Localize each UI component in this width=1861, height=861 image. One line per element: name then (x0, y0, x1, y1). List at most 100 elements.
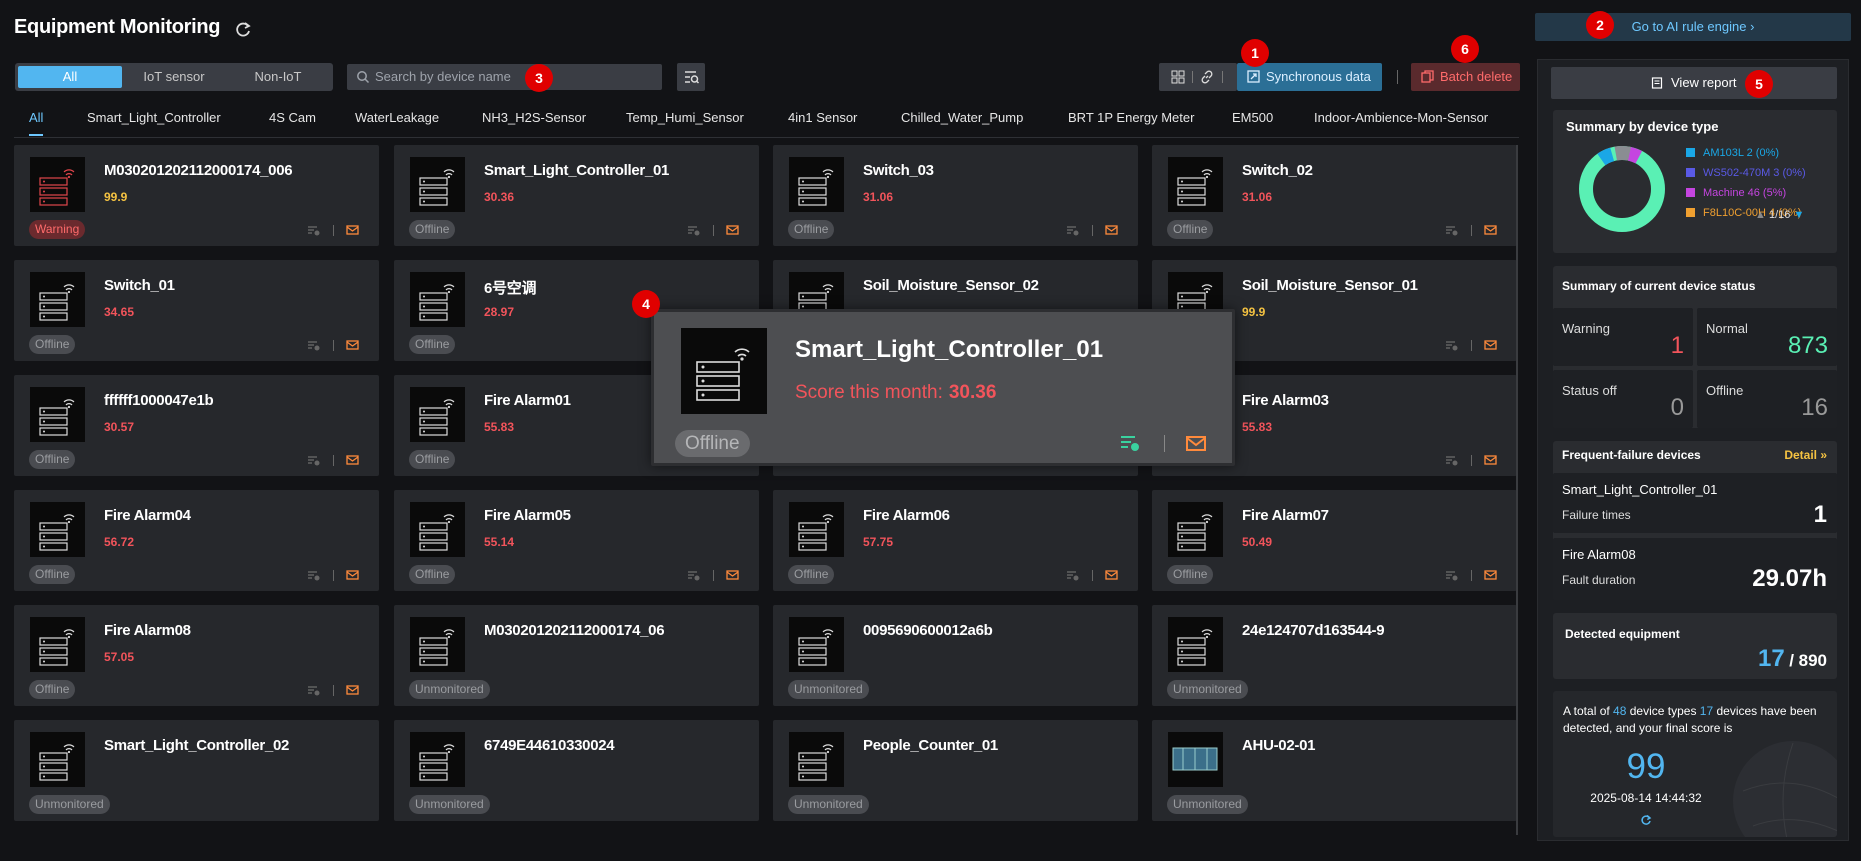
monitor-settings-icon[interactable] (307, 455, 321, 466)
monitor-settings-icon[interactable] (687, 225, 701, 236)
monitor-settings-icon[interactable] (1066, 570, 1080, 581)
device-card[interactable]: Fire Alarm07 50.49 Offline (1152, 490, 1517, 591)
status-badge: Unmonitored (409, 795, 490, 814)
monitor-settings-icon[interactable] (307, 570, 321, 581)
recalculate-icon[interactable] (1640, 814, 1652, 826)
monitor-settings-icon[interactable] (1119, 433, 1141, 453)
mail-icon[interactable] (346, 224, 359, 236)
monitor-settings-icon[interactable] (687, 570, 701, 581)
monitor-settings-icon[interactable] (1445, 340, 1459, 351)
normal-label: Normal (1706, 321, 1748, 336)
device-card[interactable]: ffffff1000047e1b 30.57 Offline (14, 375, 379, 476)
status-off-stat[interactable]: Status off 0 (1553, 370, 1693, 428)
device-card[interactable]: 6749E44610330024 Unmonitored (394, 720, 759, 821)
tab-4s-cam[interactable]: 4S Cam (269, 110, 316, 125)
device-card[interactable]: Switch_02 31.06 Offline (1152, 145, 1517, 246)
popup-device-name: Smart_Light_Controller_01 (795, 336, 1104, 363)
monitor-settings-icon[interactable] (1445, 225, 1459, 236)
failure-detail-link[interactable]: Detail » (1784, 448, 1827, 462)
device-card[interactable]: M030201202112000174_06 Unmonitored (394, 605, 759, 706)
tab-4in1-sensor[interactable]: 4in1 Sensor (788, 110, 857, 125)
grid-scrollbar[interactable] (1516, 145, 1518, 835)
device-card[interactable]: Fire Alarm05 55.14 Offline (394, 490, 759, 591)
device-card[interactable]: M030201202112000174_006 99.9 Warning (14, 145, 379, 246)
mail-icon[interactable] (1185, 433, 1207, 453)
legend-item[interactable]: Machine 46 (5%) (1686, 187, 1786, 199)
monitor-settings-icon[interactable] (1066, 225, 1080, 236)
mail-icon[interactable] (346, 569, 359, 581)
device-server-icon (419, 399, 455, 436)
device-card[interactable]: AHU-02-01 Unmonitored (1152, 720, 1517, 821)
mail-icon[interactable] (346, 454, 359, 466)
normal-count: 873 (1787, 332, 1828, 359)
mail-icon[interactable] (346, 339, 359, 351)
tab-smart-light-controller[interactable]: Smart_Light_Controller (87, 110, 221, 125)
pager-down-icon[interactable]: ▼ (1793, 209, 1804, 221)
pager-up-icon[interactable]: ▲ (1755, 209, 1766, 221)
tab-em500[interactable]: EM500 (1232, 110, 1273, 125)
search-input[interactable]: Search by device name (347, 64, 662, 90)
tab-all[interactable]: All (29, 110, 44, 136)
tab-chilled-water-pump[interactable]: Chilled_Water_Pump (901, 110, 1023, 125)
tab-brt-1p-energy-meter[interactable]: BRT 1P Energy Meter (1068, 110, 1194, 125)
view-report-button[interactable]: View report (1551, 67, 1837, 99)
batch-delete-button[interactable]: Batch delete (1411, 63, 1520, 91)
device-name: M030201202112000174_006 (104, 162, 293, 179)
device-card[interactable]: Switch_01 34.65 Offline (14, 260, 379, 361)
device-card[interactable]: People_Counter_01 Unmonitored (773, 720, 1138, 821)
device-card[interactable]: Smart_Light_Controller_01 30.36 Offline (394, 145, 759, 246)
monitor-settings-icon[interactable] (1445, 570, 1459, 581)
failure-metric-label: Failure times (1562, 508, 1631, 522)
monitor-settings-icon[interactable] (1445, 455, 1459, 466)
status-badge: Offline (409, 220, 456, 239)
tab-temp-humi-sensor[interactable]: Temp_Humi_Sensor (626, 110, 744, 125)
synchronous-data-button[interactable]: Synchronous data (1237, 63, 1382, 91)
mail-icon[interactable] (1484, 339, 1497, 351)
refresh-icon[interactable] (233, 20, 253, 40)
warning-stat[interactable]: Warning 1 (1553, 308, 1693, 366)
ai-rule-engine-link[interactable]: Go to AI rule engine › (1535, 13, 1851, 41)
device-type-donut (1579, 146, 1665, 232)
device-card[interactable]: Fire Alarm08 57.05 Offline (14, 605, 379, 706)
device-card[interactable]: Switch_03 31.06 Offline (773, 145, 1138, 246)
mail-icon[interactable] (726, 569, 739, 581)
mail-icon[interactable] (1484, 454, 1497, 466)
mail-icon[interactable] (1105, 224, 1118, 236)
mail-icon[interactable] (1484, 569, 1497, 581)
tab-waterleakage[interactable]: WaterLeakage (355, 110, 439, 125)
status-badge: Warning (29, 220, 86, 239)
link-icon[interactable] (1200, 70, 1214, 84)
monitor-settings-icon[interactable] (307, 685, 321, 696)
device-card[interactable]: Smart_Light_Controller_02 Unmonitored (14, 720, 379, 821)
legend-item[interactable]: WS502-470M 3 (0%) (1686, 167, 1806, 179)
device-thumbnail (1168, 502, 1223, 557)
segment-iot-sensor[interactable]: IoT sensor (122, 66, 226, 88)
failure-item-1[interactable]: Smart_Light_Controller_01 Failure times … (1553, 473, 1837, 533)
legend-label: AM103L 2 (0%) (1703, 147, 1780, 159)
mail-icon[interactable] (1105, 569, 1118, 581)
monitor-settings-icon[interactable] (307, 225, 321, 236)
grid-view-icon[interactable] (1171, 70, 1185, 84)
device-card[interactable]: 0095690600012a6b Unmonitored (773, 605, 1138, 706)
device-card[interactable]: 24e124707d163544-9 Unmonitored (1152, 605, 1517, 706)
legend-item[interactable]: AM103L 2 (0%) (1686, 147, 1779, 159)
device-card[interactable]: Fire Alarm06 57.75 Offline (773, 490, 1138, 591)
summary-by-type-panel: Summary by device type AM103L 2 (0%) WS50… (1553, 110, 1837, 253)
device-score: 30.57 (104, 420, 135, 434)
normal-stat[interactable]: Normal 873 (1697, 308, 1837, 366)
segment-all[interactable]: All (18, 66, 122, 88)
monitor-settings-icon[interactable] (307, 340, 321, 351)
ahu-unit-icon (1172, 747, 1218, 771)
mail-icon[interactable] (726, 224, 739, 236)
tab-indoor-ambience-mon-sensor[interactable]: Indoor-Ambience-Mon-Sensor (1314, 110, 1488, 125)
advanced-filter-button[interactable] (677, 63, 705, 91)
mail-icon[interactable] (1484, 224, 1497, 236)
device-server-icon (419, 629, 455, 666)
failure-item-2[interactable]: Fire Alarm08 Fault duration 29.07h (1553, 538, 1837, 600)
segment-non-iot[interactable]: Non-IoT (226, 66, 330, 88)
mail-icon[interactable] (346, 684, 359, 696)
device-card[interactable]: Fire Alarm04 56.72 Offline (14, 490, 379, 591)
offline-stat[interactable]: Offline 16 (1697, 370, 1837, 428)
tab-nh3-h2s-sensor[interactable]: NH3_H2S-Sensor (482, 110, 586, 125)
device-server-icon (1177, 514, 1213, 551)
